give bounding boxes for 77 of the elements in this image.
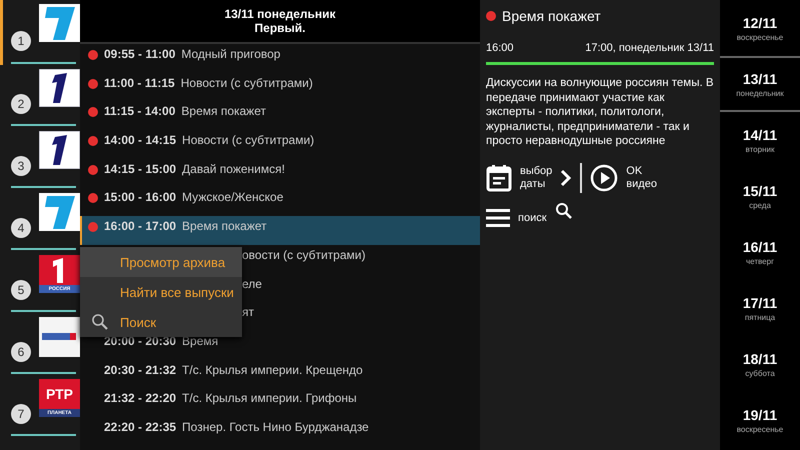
schedule-date: 13/11 понедельник: [224, 7, 336, 21]
programme-time: 21:32 - 22:20: [104, 391, 176, 406]
menu-item[interactable]: Найти все выпуски: [80, 277, 242, 307]
channel-logo-icon: [39, 193, 80, 231]
programme-time: 11:15 - 14:00: [104, 104, 176, 118]
date-item[interactable]: 14/11 вторник: [720, 112, 800, 168]
chevron-right-icon: [560, 168, 572, 186]
channel-item[interactable]: 4: [0, 189, 80, 251]
programme-time: 15:00 - 16:00: [104, 190, 176, 204]
programme-row[interactable]: 16:00 - 17:00 Время покажет: [80, 216, 480, 245]
play-icon: [590, 164, 618, 192]
menu-icon: [486, 208, 510, 226]
programme-title: Время покажет: [502, 8, 601, 24]
menu-item[interactable]: Просмотр архива: [80, 247, 242, 277]
programme-title: овости (с субтитрами): [242, 248, 366, 262]
channel-name: Первый.: [254, 21, 306, 35]
channel-number: 1: [11, 30, 31, 50]
programme-title: еле: [242, 276, 262, 290]
start-time: 16:00: [486, 42, 514, 54]
programme-title: Время покажет: [181, 104, 266, 118]
programme-time: 11:00 - 11:15: [104, 76, 175, 90]
date-item[interactable]: 13/11 понедельник: [720, 56, 800, 112]
programme-row[interactable]: 20:30 - 21:32 Т/с. Крылья империи. Крещендо: [80, 360, 480, 388]
play-hint: OK видео: [626, 164, 657, 190]
channel-item[interactable]: 1: [0, 0, 80, 65]
programme-row[interactable]: 15:00 - 16:00 Мужское/Женское: [80, 187, 480, 216]
channel-number: 6: [11, 342, 31, 362]
programme-title: Т/с. Крылья империи. Грифоны: [182, 391, 357, 406]
programme-row[interactable]: 09:55 - 11:00 Модный приговор: [80, 44, 480, 73]
channel-item[interactable]: 2: [0, 65, 80, 127]
channel-number: 2: [11, 94, 31, 114]
date-item[interactable]: 18/11 суббота: [720, 336, 800, 392]
channel-logo-icon: [39, 317, 80, 357]
date-item[interactable]: 19/11 воскресенье: [720, 392, 800, 448]
channel-number: 7: [11, 404, 31, 424]
programme-title: Познер. Гость Нино Бурджанадзе: [182, 420, 369, 434]
programme-time: 16:00 - 17:00: [104, 219, 176, 234]
channel-number: 4: [11, 218, 31, 238]
channel-item[interactable]: 3: [0, 127, 80, 189]
programme-title: ят: [242, 305, 254, 320]
programme-time: 14:00 - 14:15: [104, 133, 176, 148]
channel-logo-icon: [39, 4, 80, 42]
date-hint: выбор даты: [520, 164, 552, 190]
date-item[interactable]: 17/11 пятница: [720, 280, 800, 336]
programme-row[interactable]: 14:00 - 14:15 Новости (с субтитрами): [80, 130, 480, 159]
programme-row[interactable]: 11:00 - 11:15 Новости (с субтитрами): [80, 72, 480, 102]
channel-logo-icon: [39, 131, 80, 169]
date-item[interactable]: 16/11 четверг: [720, 224, 800, 280]
channel-item[interactable]: 6: [0, 313, 80, 375]
end-time: 17:00, понедельник 13/11: [585, 42, 714, 54]
search-icon: [91, 313, 109, 331]
search-icon: [554, 202, 572, 219]
channel-number: 5: [11, 280, 31, 300]
calendar-icon: [486, 164, 512, 192]
date-item[interactable]: 15/11 среда: [720, 168, 800, 224]
date-item[interactable]: 12/11 воскресенье: [720, 0, 800, 56]
programme-row[interactable]: 14:15 - 15:00 Давай поженимся!: [80, 158, 480, 188]
programme-row[interactable]: 21:32 - 22:20 Т/с. Крылья империи. Грифоны: [80, 388, 480, 417]
channel-number: 3: [11, 156, 31, 176]
search-hint: поиск: [518, 212, 547, 224]
programme-title: Новости (с субтитрами): [180, 76, 313, 90]
programme-title: Т/с. Крылья империи. Крещендо: [182, 362, 363, 377]
programme-row[interactable]: 11:15 - 14:00 Время покажет: [80, 101, 480, 130]
channel-logo-icon: [39, 69, 80, 107]
programme-row[interactable]: 22:20 - 22:35 Познер. Гость Нино Бурджанадзе: [80, 416, 480, 446]
programme-time: 09:55 - 11:00: [104, 47, 176, 61]
programme-title: Давай поженимся!: [182, 162, 285, 176]
programme-time: 20:30 - 21:32: [104, 362, 176, 377]
programme-time: 14:15 - 15:00: [104, 162, 176, 176]
programme-title: Новости (с субтитрами): [182, 133, 314, 148]
programme-description: Дискуссии на волнующие россиян темы. В передаче принимают участие как эксперты - политики, политологи, журналисты, предприниматели - так и просто неравнодушные россияне: [486, 76, 714, 148]
logo-mark: РТР: [39, 379, 80, 409]
programme-title: Мужское/Женское: [182, 190, 284, 204]
channel-logo-icon: [39, 255, 80, 285]
programme-title: Время покажет: [182, 219, 267, 234]
programme-time: 22:20 - 22:35: [104, 420, 176, 434]
programme-title: Модный приговор: [181, 47, 280, 61]
